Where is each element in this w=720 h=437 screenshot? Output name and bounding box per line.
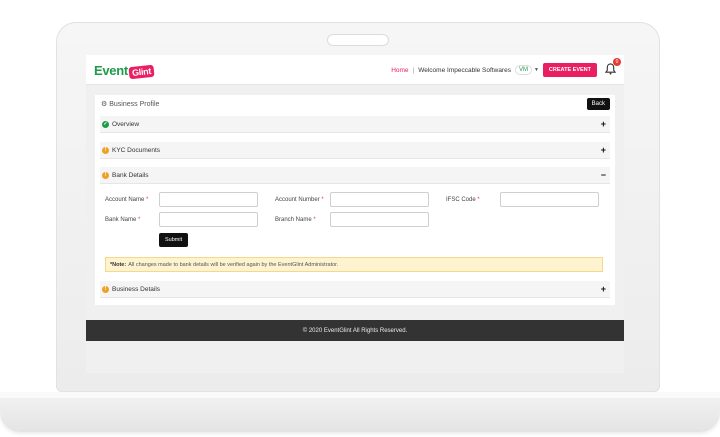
required-mark: *: [477, 197, 480, 203]
ifsc-code-input[interactable]: [500, 192, 599, 207]
account-name-input[interactable]: [159, 192, 258, 207]
check-circle-icon: ✓: [102, 120, 109, 128]
section-business-label: Business Details: [112, 285, 161, 293]
account-name-label: Account Name *: [105, 197, 148, 203]
profile-icon: ⚙: [101, 101, 108, 108]
home-link[interactable]: Home: [391, 67, 408, 74]
section-bank-details[interactable]: ! Bank Details −: [100, 167, 610, 184]
back-button[interactable]: Back: [586, 98, 610, 110]
note-text: All changes made to bank details will be…: [128, 261, 339, 268]
laptop-base-edge: [0, 392, 720, 398]
section-bank-label: Bank Details: [112, 171, 149, 179]
create-event-button[interactable]: CREATE EVENT: [542, 63, 597, 77]
eventglint-logo[interactable]: Event Glint: [94, 63, 155, 80]
page-title: ⚙ Business Profile: [101, 100, 159, 108]
warning-circle-icon: !: [102, 171, 109, 179]
bank-name-label-text: Bank Name: [105, 217, 137, 223]
account-number-label-text: Account Number: [275, 197, 320, 203]
notification-count-badge: 0: [613, 57, 621, 66]
account-number-input[interactable]: [330, 192, 429, 207]
bank-name-input[interactable]: [159, 212, 258, 227]
chevron-down-icon[interactable]: ▼: [534, 67, 539, 73]
required-mark: *: [138, 217, 141, 223]
section-kyc-label: KYC Documents: [112, 146, 161, 154]
laptop-screen: Event Glint Home | Welcome Impeccable Sof…: [86, 55, 624, 373]
notification-bell[interactable]: 0: [604, 57, 621, 78]
required-mark: *: [146, 197, 149, 203]
section-business-details[interactable]: ! Business Details +: [100, 281, 610, 298]
expand-plus-icon[interactable]: +: [601, 284, 606, 294]
nav-separator: |: [412, 66, 415, 74]
account-number-label: Account Number *: [275, 197, 324, 203]
account-name-label-text: Account Name: [105, 197, 145, 203]
expand-plus-icon[interactable]: +: [601, 145, 606, 155]
page-footer: © 2020 EventGlint All Rights Reserved.: [86, 320, 624, 341]
warning-circle-icon: !: [102, 146, 109, 154]
branch-name-input[interactable]: [330, 212, 429, 227]
welcome-text: Welcome Impeccable Softwares: [418, 66, 511, 74]
branch-name-label-text: Branch Name: [275, 217, 312, 223]
branch-name-label: Branch Name *: [275, 217, 316, 223]
bank-note-banner: *Note: All changes made to bank details …: [105, 257, 603, 272]
section-overview-label: Overview: [112, 120, 140, 128]
logo-event-text: Event: [94, 63, 128, 78]
top-header: Event Glint Home | Welcome Impeccable Sof…: [86, 55, 624, 85]
user-avatar[interactable]: VM: [514, 65, 532, 75]
copyright-text: © 2020 EventGlint All Rights Reserved.: [302, 327, 408, 334]
laptop-base: [0, 392, 720, 432]
section-kyc-documents[interactable]: ! KYC Documents +: [100, 142, 610, 159]
header-nav: Home | Welcome Impeccable Softwares VM ▼…: [391, 57, 621, 78]
ifsc-code-label-text: IFSC Code: [446, 197, 476, 203]
section-overview[interactable]: ✓ Overview +: [100, 116, 610, 133]
ifsc-code-label: IFSC Code *: [446, 197, 480, 203]
expand-plus-icon[interactable]: +: [601, 119, 606, 129]
required-mark: *: [321, 197, 324, 203]
collapse-minus-icon[interactable]: −: [601, 170, 606, 180]
note-prefix: *Note:: [110, 261, 127, 268]
submit-button[interactable]: Submit: [159, 233, 189, 247]
warning-circle-icon: !: [102, 285, 109, 293]
business-profile-card: ⚙ Business Profile Back ✓ Overview + ! K…: [95, 95, 615, 305]
required-mark: *: [313, 217, 316, 223]
laptop-camera-notch: [328, 35, 388, 45]
page-title-text: Business Profile: [109, 101, 160, 108]
logo-glint-text: Glint: [128, 64, 155, 80]
bank-name-label: Bank Name *: [105, 217, 140, 223]
